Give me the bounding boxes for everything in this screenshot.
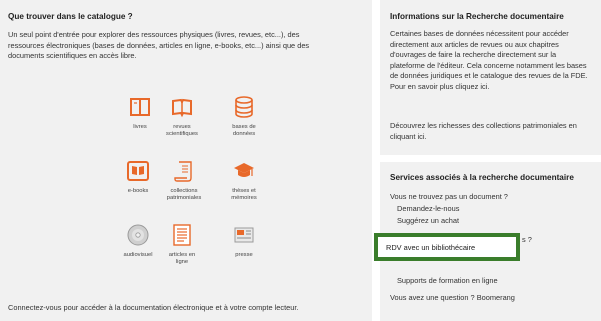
tile-articles-en-ligne[interactable]: articles en ligne	[152, 224, 212, 266]
database-icon	[235, 96, 253, 118]
tile-theses-memoires[interactable]: thèses et mémoires	[214, 160, 274, 202]
catalogue-title: Que trouver dans le catalogue ?	[8, 12, 133, 21]
ask-document-link[interactable]: Demandez-le-nous	[397, 204, 459, 213]
tile-label: revues	[173, 124, 191, 130]
partially-hidden-text: s ?	[522, 235, 532, 244]
info-line: Certaines bases de données nécessitent p…	[390, 29, 569, 38]
ebook-reader-icon	[127, 161, 149, 181]
info-paragraph: Certaines bases de données nécessitent p…	[390, 29, 588, 93]
info-line: de données juridiques et le catalogue de…	[390, 71, 588, 81]
newspaper-icon	[234, 227, 254, 243]
tile-presse[interactable]: presse	[214, 224, 274, 259]
rdv-librarian-button[interactable]: RDV avec un bibliothécaire	[374, 233, 520, 261]
catalogue-intro: Un seul point d'entrée pour explorer des…	[8, 30, 309, 62]
info-line: Découvrez les richesses des collections …	[390, 121, 577, 130]
info-patrimoine[interactable]: Découvrez les richesses des collections …	[390, 121, 577, 142]
tile-label: presse	[235, 252, 253, 258]
scroll-icon	[174, 161, 192, 182]
suggest-purchase-link[interactable]: Suggérez un achat	[397, 216, 459, 225]
tile-revues[interactable]: revues scientifiques	[152, 96, 212, 138]
tile-collections-patrimoniales[interactable]: collections patrimoniales	[154, 160, 214, 202]
catalogue-intro-line: Un seul point d'entrée pour explorer des…	[8, 30, 300, 39]
tile-label: bases de	[232, 124, 256, 130]
tile-bases-de-donnees[interactable]: bases de données	[214, 96, 274, 138]
disc-icon	[127, 224, 149, 246]
tile-label: mémoires	[231, 195, 257, 202]
boomerang-link[interactable]: Vous avez une question ? Boomerang	[390, 293, 515, 302]
catalogue-intro-line: ressources électroniques (bases de donné…	[8, 40, 310, 50]
rdv-label: RDV avec un bibliothécaire	[386, 243, 476, 252]
tile-label: scientifiques	[166, 131, 198, 138]
services-question: Vous ne trouvez pas un document ?	[390, 192, 508, 201]
info-more-link[interactable]: Pour en savoir plus cliquez ici.	[390, 82, 588, 93]
open-magazine-icon	[172, 98, 192, 118]
info-line: directement aux articles de revues ou au…	[390, 39, 559, 49]
catalogue-footer: Connectez-vous pour accéder à la documen…	[8, 303, 299, 312]
tile-label: collections	[170, 188, 198, 194]
info-line: plateforme de l'éditeur. Cela concerne n…	[390, 60, 587, 70]
info-line: cliquant ici.	[390, 131, 427, 141]
services-title: Services associés à la recherche documen…	[390, 173, 574, 182]
info-title: Informations sur la Recherche documentai…	[390, 12, 564, 21]
tile-label: articles en	[168, 252, 196, 258]
book-icon	[130, 98, 150, 116]
info-line: d'ouvrages de faire la recherche directe…	[390, 50, 557, 60]
tile-label: données	[232, 131, 256, 138]
catalogue-intro-line: documents scientifiques en accès libre.	[8, 51, 137, 61]
article-icon	[173, 224, 191, 246]
tile-label: thèses et	[232, 188, 256, 194]
graduation-cap-icon	[234, 163, 254, 177]
training-link[interactable]: Supports de formation en ligne	[397, 276, 498, 285]
tile-label: patrimoniales	[166, 195, 202, 202]
tile-label: ligne	[175, 259, 189, 266]
